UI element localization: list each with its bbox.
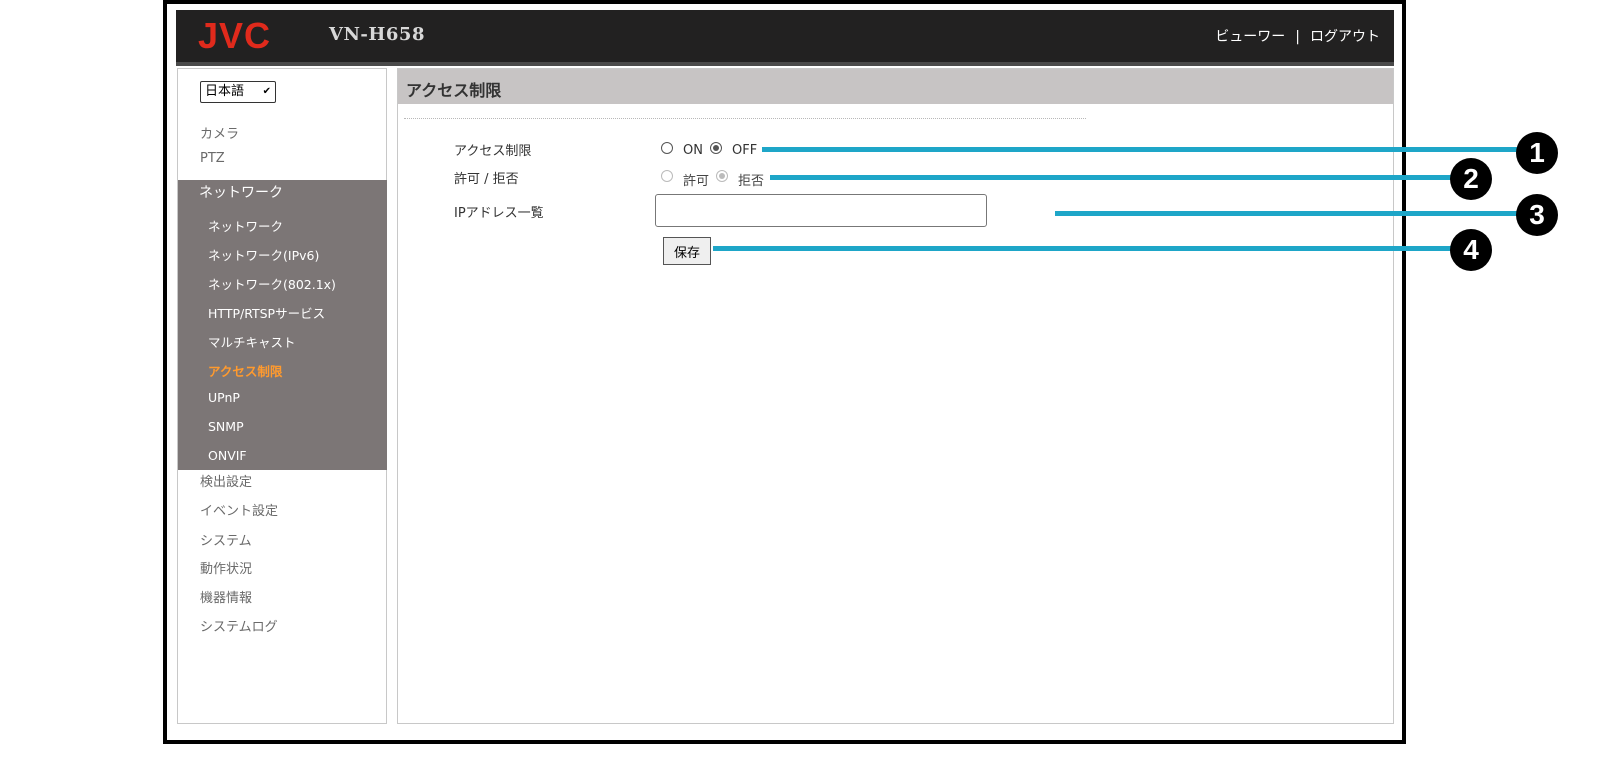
sidebar-subitem-multicast[interactable]: マルチキャスト [208, 332, 296, 351]
sidebar-item-network-header[interactable]: ネットワーク [199, 182, 283, 202]
callout-badge-3: 3 [1516, 194, 1558, 236]
sidebar-item-camera[interactable]: カメラ [200, 123, 239, 142]
permit-label: 許可 [683, 174, 710, 189]
language-value: 日本語 [205, 84, 245, 99]
sidebar: 日本語 ✔ カメラ PTZ ネットワーク ネットワーク ネットワーク(IPv6)… [177, 68, 387, 724]
permit-deny-label: 許可 / 拒否 [454, 172, 519, 187]
sidebar-item-event[interactable]: イベント設定 [200, 500, 278, 519]
svg-text:JVC: JVC [198, 18, 271, 52]
sidebar-subitem-network[interactable]: ネットワーク [208, 216, 283, 235]
dotted-divider [404, 118, 1086, 119]
page-title: アクセス制限 [406, 81, 502, 100]
callout-line-1 [762, 147, 1520, 152]
access-on-radio[interactable] [661, 142, 673, 154]
ip-list-input[interactable] [655, 194, 987, 227]
page-title-bar: アクセス制限 [398, 69, 1393, 104]
callout-badge-2: 2 [1450, 158, 1492, 200]
language-select[interactable]: 日本語 ✔ [200, 81, 276, 103]
sidebar-item-device-info[interactable]: 機器情報 [200, 587, 252, 606]
callout-badge-1: 1 [1516, 132, 1558, 174]
callout-line-3 [1055, 211, 1520, 216]
permit-radio[interactable] [661, 170, 673, 182]
jvc-logo: JVC [198, 18, 271, 52]
access-restriction-label: アクセス制限 [454, 144, 532, 159]
main-panel: アクセス制限 アクセス制限 ON OFF 許可 / 拒否 許可 拒否 IPアドレ… [397, 68, 1394, 724]
access-off-radio[interactable] [710, 142, 722, 154]
sidebar-subitem-http-rtsp[interactable]: HTTP/RTSPサービス [208, 303, 325, 322]
model-name: VN-H658 [329, 24, 425, 45]
sidebar-subitem-snmp[interactable]: SNMP [208, 419, 244, 434]
header-underline [176, 62, 1394, 66]
callout-line-2 [770, 175, 1454, 180]
save-button[interactable]: 保存 [663, 237, 711, 265]
deny-radio[interactable] [716, 170, 728, 182]
sidebar-subitem-access-restriction[interactable]: アクセス制限 [208, 361, 282, 380]
sidebar-subitem-upnp[interactable]: UPnP [208, 390, 240, 405]
sidebar-item-status[interactable]: 動作状況 [200, 558, 252, 577]
logout-link[interactable]: ログアウト [1310, 29, 1380, 45]
callout-badge-4: 4 [1450, 229, 1492, 271]
top-header: JVC VN-H658 ビューワー | ログアウト [176, 10, 1394, 62]
deny-label: 拒否 [738, 174, 765, 189]
sidebar-subitem-network-ipv6[interactable]: ネットワーク(IPv6) [208, 245, 319, 264]
ip-list-label: IPアドレス一覧 [454, 206, 544, 221]
access-on-label: ON [683, 143, 703, 158]
sidebar-subitem-network-8021x[interactable]: ネットワーク(802.1x) [208, 274, 336, 293]
callout-line-4 [713, 246, 1453, 251]
nav-separator: | [1295, 29, 1300, 45]
top-nav: ビューワー | ログアウト [1215, 26, 1380, 46]
access-off-label: OFF [732, 143, 758, 158]
sidebar-group-network: ネットワーク ネットワーク ネットワーク(IPv6) ネットワーク(802.1x… [178, 180, 387, 470]
sidebar-item-system-log[interactable]: システムログ [200, 616, 278, 635]
viewer-link[interactable]: ビューワー [1215, 29, 1285, 45]
sidebar-subitem-onvif[interactable]: ONVIF [208, 448, 247, 463]
chevron-down-icon: ✔ [262, 86, 271, 97]
sidebar-item-detection[interactable]: 検出設定 [200, 471, 252, 490]
sidebar-item-system[interactable]: システム [200, 530, 252, 549]
sidebar-item-ptz[interactable]: PTZ [200, 151, 225, 166]
